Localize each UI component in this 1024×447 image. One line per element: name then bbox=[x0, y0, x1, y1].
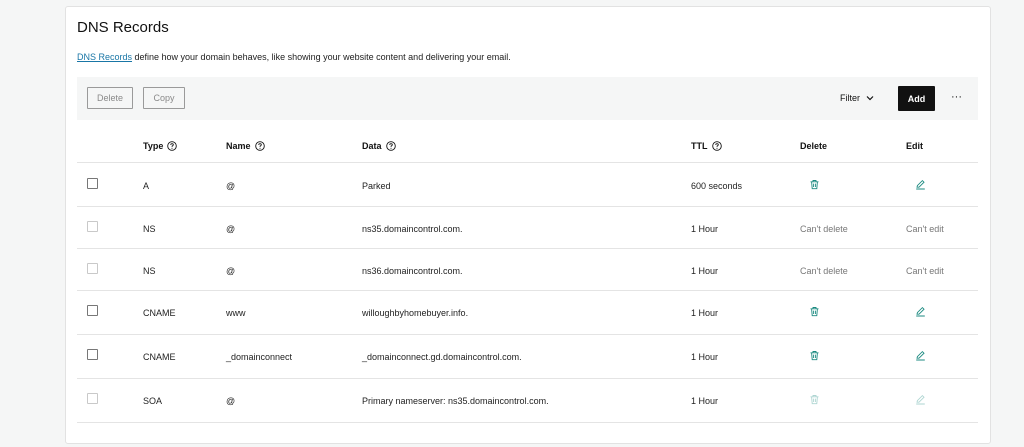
header-delete: Delete bbox=[800, 141, 828, 151]
cant-edit-text: Can't edit bbox=[906, 224, 944, 234]
trash-icon bbox=[809, 394, 820, 405]
trash-icon[interactable] bbox=[809, 179, 820, 190]
record-name: www bbox=[226, 308, 246, 318]
cant-edit-text: Can't edit bbox=[906, 266, 944, 276]
row-checkbox bbox=[87, 221, 98, 232]
record-ttl: 1 Hour bbox=[691, 308, 719, 318]
table-row: CNAME www willoughbyhomebuyer.info. 1 Ho… bbox=[77, 291, 978, 335]
page-intro: DNS Records define how your domain behav… bbox=[77, 52, 511, 62]
question-circle-icon[interactable] bbox=[254, 141, 265, 151]
table-row: NS @ ns35.domaincontrol.com. 1 Hour Can'… bbox=[77, 207, 978, 249]
header-data-label: Data bbox=[362, 141, 382, 151]
question-circle-icon[interactable] bbox=[711, 141, 722, 151]
dns-records-card: DNS Records DNS Records define how your … bbox=[65, 6, 991, 444]
record-ttl: 1 Hour bbox=[691, 352, 719, 362]
copy-button[interactable]: Copy bbox=[143, 87, 185, 109]
header-ttl-label: TTL bbox=[691, 141, 708, 151]
table-row: CNAME _domainconnect _domainconnect.gd.d… bbox=[77, 335, 978, 379]
record-name: @ bbox=[226, 181, 236, 191]
header-name-label: Name bbox=[226, 141, 251, 151]
record-ttl: 1 Hour bbox=[691, 396, 719, 406]
dns-records-link[interactable]: DNS Records bbox=[77, 52, 132, 62]
record-name: _domainconnect bbox=[226, 352, 293, 362]
table-header: Type Name Data TTL Delete Edit bbox=[77, 128, 978, 163]
table-row: SOA @ Primary nameserver: ns35.domaincon… bbox=[77, 379, 978, 423]
record-type: SOA bbox=[143, 396, 163, 406]
record-type: CNAME bbox=[143, 352, 176, 362]
record-data: willoughbyhomebuyer.info. bbox=[362, 308, 469, 318]
row-checkbox bbox=[87, 393, 98, 404]
record-name: @ bbox=[226, 224, 236, 234]
pencil-icon[interactable] bbox=[915, 306, 926, 317]
pencil-icon[interactable] bbox=[915, 179, 926, 190]
row-checkbox bbox=[87, 263, 98, 274]
header-data: Data bbox=[362, 141, 396, 151]
filter-label: Filter bbox=[840, 93, 860, 103]
header-type: Type bbox=[143, 141, 178, 151]
cant-delete-text: Can't delete bbox=[800, 266, 848, 276]
record-name: @ bbox=[226, 396, 236, 406]
pencil-icon bbox=[915, 394, 926, 405]
record-data: Parked bbox=[362, 181, 391, 191]
trash-icon[interactable] bbox=[809, 350, 820, 361]
row-checkbox[interactable] bbox=[87, 178, 98, 189]
row-checkbox[interactable] bbox=[87, 349, 98, 360]
table-row: NS @ ns36.domaincontrol.com. 1 Hour Can'… bbox=[77, 249, 978, 291]
question-circle-icon[interactable] bbox=[167, 141, 178, 151]
header-name: Name bbox=[226, 141, 265, 151]
intro-text: define how your domain behaves, like sho… bbox=[132, 52, 511, 62]
row-checkbox[interactable] bbox=[87, 305, 98, 316]
record-ttl: 1 Hour bbox=[691, 224, 719, 234]
trash-icon[interactable] bbox=[809, 306, 820, 317]
add-record-button[interactable]: Add bbox=[898, 86, 935, 111]
record-name: @ bbox=[226, 266, 236, 276]
record-type: NS bbox=[143, 266, 156, 276]
bulk-delete-button[interactable]: Delete bbox=[87, 87, 133, 109]
filter-dropdown[interactable]: Filter bbox=[840, 93, 874, 103]
record-data: Primary nameserver: ns35.domaincontrol.c… bbox=[362, 396, 549, 406]
chevron-down-icon bbox=[866, 96, 874, 101]
record-type: NS bbox=[143, 224, 156, 234]
record-type: CNAME bbox=[143, 308, 176, 318]
record-type: A bbox=[143, 181, 150, 191]
page-title: DNS Records bbox=[77, 19, 169, 36]
header-edit: Edit bbox=[906, 141, 923, 151]
more-options-icon[interactable]: ··· bbox=[951, 91, 962, 103]
cant-delete-text: Can't delete bbox=[800, 224, 848, 234]
toolbar: Delete Copy Filter Add ··· bbox=[77, 77, 978, 120]
record-data: ns36.domaincontrol.com. bbox=[362, 266, 463, 276]
record-data: ns35.domaincontrol.com. bbox=[362, 224, 463, 234]
record-ttl: 600 seconds bbox=[691, 181, 743, 191]
pencil-icon[interactable] bbox=[915, 350, 926, 361]
record-data: _domainconnect.gd.domaincontrol.com. bbox=[362, 352, 522, 362]
header-ttl: TTL bbox=[691, 141, 722, 151]
table-row: A @ Parked 600 seconds bbox=[77, 163, 978, 207]
header-type-label: Type bbox=[143, 141, 164, 151]
question-circle-icon[interactable] bbox=[385, 141, 396, 151]
record-ttl: 1 Hour bbox=[691, 266, 719, 276]
